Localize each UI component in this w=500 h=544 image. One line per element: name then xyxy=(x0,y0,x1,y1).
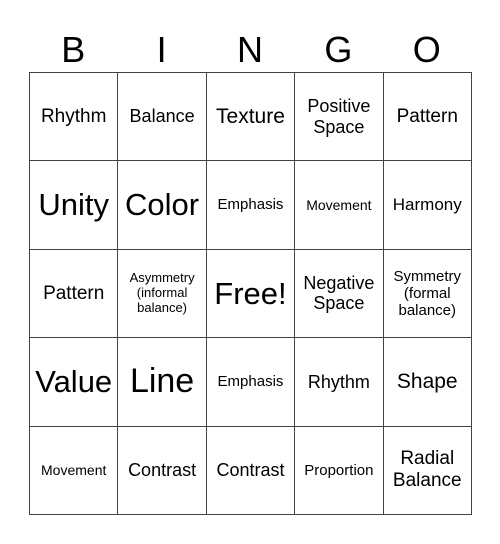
header-letter-n: N xyxy=(236,29,263,70)
bingo-cell[interactable]: Balance xyxy=(117,71,207,162)
bingo-cell[interactable]: Positive Space xyxy=(294,71,384,162)
bingo-cell[interactable]: Proportion xyxy=(294,425,384,515)
bingo-cell[interactable]: Rhythm xyxy=(28,71,119,162)
bingo-cell[interactable]: Pattern xyxy=(28,248,119,339)
bingo-cell[interactable]: Color xyxy=(117,160,207,250)
bingo-cell[interactable]: Contrast xyxy=(117,425,207,515)
bingo-cell[interactable]: Emphasis xyxy=(205,160,296,250)
header-letter-g: G xyxy=(324,29,353,70)
grid-row: Unity Color Emphasis Movement Harmony xyxy=(28,160,472,250)
header-letter-i: I xyxy=(156,29,167,70)
grid-row: Pattern Asymmetry (informal balance) Fre… xyxy=(28,248,472,339)
bingo-cell[interactable]: Texture xyxy=(205,71,296,162)
bingo-cell[interactable]: Symmetry (formal balance) xyxy=(382,248,472,339)
bingo-cell[interactable]: Rhythm xyxy=(294,337,384,427)
bingo-cell[interactable]: Harmony xyxy=(382,160,472,250)
grid-row: Rhythm Balance Texture Positive Space Pa… xyxy=(28,71,472,162)
bingo-cell[interactable]: Line xyxy=(117,337,207,427)
bingo-cell[interactable]: Contrast xyxy=(205,425,296,515)
bingo-cell[interactable]: Value xyxy=(28,337,119,427)
header-letter-o: O xyxy=(412,29,441,70)
bingo-cell[interactable]: Movement xyxy=(294,160,384,250)
grid-row: Value Line Emphasis Rhythm Shape xyxy=(28,337,472,427)
bingo-grid: Rhythm Balance Texture Positive Space Pa… xyxy=(28,71,472,515)
bingo-cell[interactable]: Radial Balance xyxy=(382,425,472,515)
bingo-cell[interactable]: Pattern xyxy=(382,71,472,162)
header-letter-b: B xyxy=(61,29,86,70)
bingo-cell[interactable]: Shape xyxy=(382,337,472,427)
bingo-cell[interactable]: Unity xyxy=(28,160,119,250)
free-space-cell[interactable]: Free! xyxy=(205,248,296,339)
bingo-cell[interactable]: Asymmetry (informal balance) xyxy=(117,248,207,339)
grid-row: Movement Contrast Contrast Proportion Ra… xyxy=(28,425,472,515)
bingo-cell[interactable]: Emphasis xyxy=(205,337,296,427)
bingo-cell[interactable]: Movement xyxy=(28,425,119,515)
bingo-cell[interactable]: Negative Space xyxy=(294,248,384,339)
bingo-header: B I N G O xyxy=(29,28,471,72)
